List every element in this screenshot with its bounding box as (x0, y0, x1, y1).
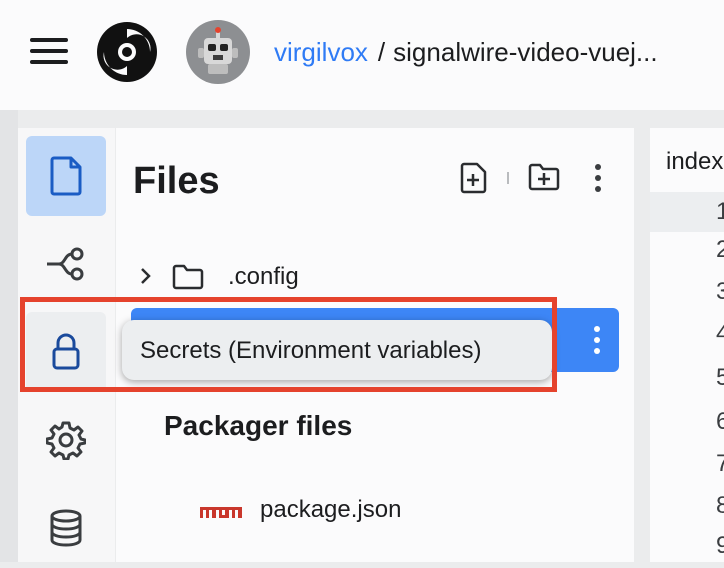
line-number: 1 (716, 198, 724, 225)
line-number: 8 (716, 492, 724, 519)
top-bar: virgilvox / signalwire-video-vuej... (0, 0, 724, 110)
npm-icon (200, 507, 242, 521)
packager-section-title: Packager files (164, 410, 353, 441)
tree-item-config[interactable]: .config (116, 254, 634, 298)
repo-name[interactable]: signalwire-video-vuej... (393, 37, 657, 67)
file-icon (50, 156, 82, 196)
item-kebab-icon[interactable] (592, 324, 602, 356)
tree-item-label: .config (228, 263, 299, 290)
editor-pane: index 1 2 3 4 5 6 7 8 9 (650, 128, 724, 562)
rail-item-settings[interactable] (26, 400, 106, 480)
gear-icon (46, 421, 86, 460)
editor-tab[interactable]: index (666, 148, 723, 176)
line-number: 6 (716, 408, 724, 435)
toolbar-divider (507, 172, 509, 184)
line-number: 9 (716, 532, 724, 559)
database-icon (50, 509, 82, 547)
breadcrumb-separator: / (377, 37, 386, 67)
kebab-icon[interactable] (593, 162, 603, 194)
chevron-right-icon[interactable] (140, 267, 152, 285)
rail-item-database[interactable] (26, 488, 106, 568)
line-number: 3 (716, 278, 724, 305)
rail-item-files[interactable] (26, 136, 106, 216)
line-number: 7 (716, 450, 724, 477)
new-folder-icon[interactable] (528, 162, 560, 192)
username-link[interactable]: virgilvox (274, 37, 368, 67)
folder-icon (172, 264, 204, 290)
rail-item-version-control[interactable] (26, 224, 106, 304)
avatar[interactable] (186, 20, 250, 84)
packager-file-label[interactable]: package.json (260, 496, 401, 524)
line-number: 4 (716, 320, 724, 347)
branch-icon (47, 247, 84, 281)
new-file-icon[interactable] (460, 162, 488, 194)
active-line (650, 192, 724, 232)
line-number: 2 (716, 236, 724, 263)
panel-title: Files (133, 160, 220, 202)
breadcrumb: virgilvox / signalwire-video-vuej... (274, 37, 658, 68)
window-edge (0, 110, 18, 562)
replit-logo[interactable] (96, 21, 158, 83)
line-number: 5 (716, 364, 724, 391)
hamburger-icon[interactable] (30, 38, 68, 66)
highlight-box (20, 297, 557, 392)
